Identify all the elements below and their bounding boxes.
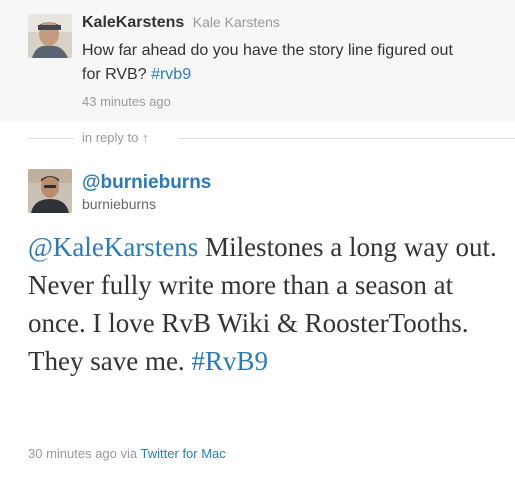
kalekarstens-avatar[interactable] [28, 14, 72, 58]
reply-tweet-text: How far ahead do you have the story line… [82, 39, 462, 87]
reply-tweet-header: KaleKarstens Kale Karstens [82, 14, 280, 32]
reply-full-name: Kale Karstens [192, 14, 280, 30]
main-hashtag-link[interactable]: #RvB9 [191, 346, 268, 376]
reply-timestamp[interactable]: 43 minutes ago [82, 94, 171, 109]
burnieburns-avatar[interactable] [28, 169, 72, 213]
reply-screen-name[interactable]: KaleKarstens [82, 14, 184, 31]
reply-hashtag-link[interactable]: #rvb9 [151, 66, 191, 83]
main-tweet-handle[interactable]: @burnieburns [82, 172, 211, 194]
main-tweet-username: burnieburns [82, 196, 156, 212]
in-reply-to-divider: in reply to ↑ [0, 122, 515, 154]
reply-text-body: How far ahead do you have the story line… [82, 42, 453, 83]
main-tweet-text: @KaleKarstens Milestones a long way out.… [28, 228, 498, 380]
mention-link[interactable]: @KaleKarstens [28, 232, 198, 262]
divider-line-right [178, 138, 515, 139]
in-reply-to-tweet: KaleKarstens Kale Karstens How far ahead… [0, 0, 515, 122]
divider-line-left [28, 138, 74, 139]
up-arrow-icon: ↑ [142, 130, 149, 145]
via-label: via [120, 446, 138, 461]
in-reply-to-label[interactable]: in reply to ↑ [82, 130, 149, 145]
main-tweet-meta: 30 minutes ago via Twitter for Mac [28, 446, 226, 461]
client-link[interactable]: Twitter for Mac [141, 446, 226, 461]
in-reply-to-text: in reply to [82, 130, 139, 145]
main-timestamp[interactable]: 30 minutes ago [28, 446, 117, 461]
